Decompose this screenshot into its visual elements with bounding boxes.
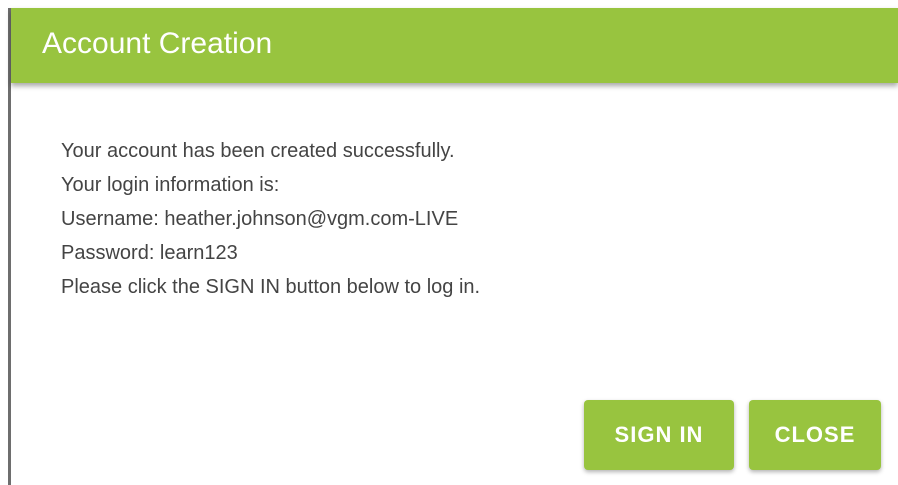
dialog-header: Account Creation	[11, 8, 898, 83]
success-message: Your account has been created successful…	[61, 140, 455, 162]
account-creation-dialog: Account Creation Your account has been c…	[8, 8, 898, 485]
password-text: Password: learn123	[61, 242, 238, 264]
sign-in-instruction: Please click the SIGN IN button below to…	[61, 276, 481, 298]
sign-in-button[interactable]: SIGN IN	[584, 400, 734, 470]
close-button[interactable]: CLOSE	[749, 400, 881, 470]
dialog-body: Your account has been created successful…	[61, 134, 841, 304]
page: Account Creation Your account has been c…	[0, 0, 898, 485]
dialog-title: Account Creation	[42, 27, 273, 60]
username-text: Username: heather.johnson@vgm.com-LIVE	[61, 208, 459, 230]
login-info-heading: Your login information is:	[61, 174, 280, 196]
